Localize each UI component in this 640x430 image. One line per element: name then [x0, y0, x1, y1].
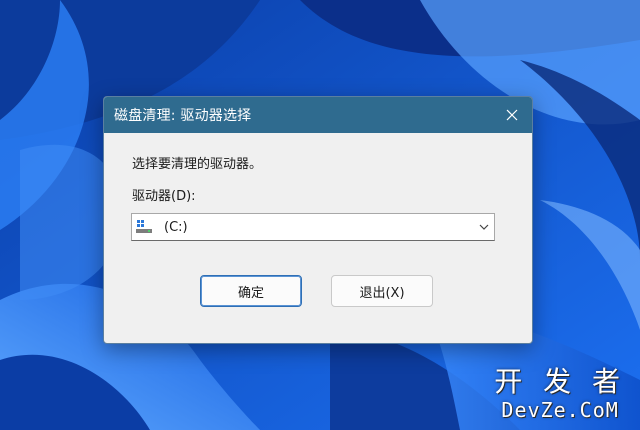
- disk-cleanup-dialog: 磁盘清理: 驱动器选择 选择要清理的驱动器。 驱动器(D): (C:) 确定 退…: [103, 96, 533, 344]
- exit-button[interactable]: 退出(X): [331, 275, 433, 307]
- drive-select[interactable]: (C:): [131, 213, 495, 241]
- dialog-title: 磁盘清理: 驱动器选择: [114, 108, 252, 124]
- watermark-line-2: DevZe.CoM: [501, 398, 619, 422]
- drive-label: 驱动器(D):: [132, 189, 196, 204]
- watermark-line-1: 开 发 者: [494, 365, 626, 398]
- close-button[interactable]: [498, 101, 526, 129]
- chevron-down-icon[interactable]: [478, 221, 490, 233]
- ok-button[interactable]: 确定: [200, 275, 302, 307]
- close-icon: [506, 109, 518, 121]
- drive-icon: [136, 219, 152, 235]
- titlebar: 磁盘清理: 驱动器选择: [104, 97, 532, 133]
- watermark: 开 发 者 DevZe.CoM: [494, 365, 626, 423]
- selected-drive: (C:): [164, 219, 188, 235]
- desktop: 磁盘清理: 驱动器选择 选择要清理的驱动器。 驱动器(D): (C:) 确定 退…: [0, 0, 640, 430]
- instruction-text: 选择要清理的驱动器。: [132, 157, 263, 172]
